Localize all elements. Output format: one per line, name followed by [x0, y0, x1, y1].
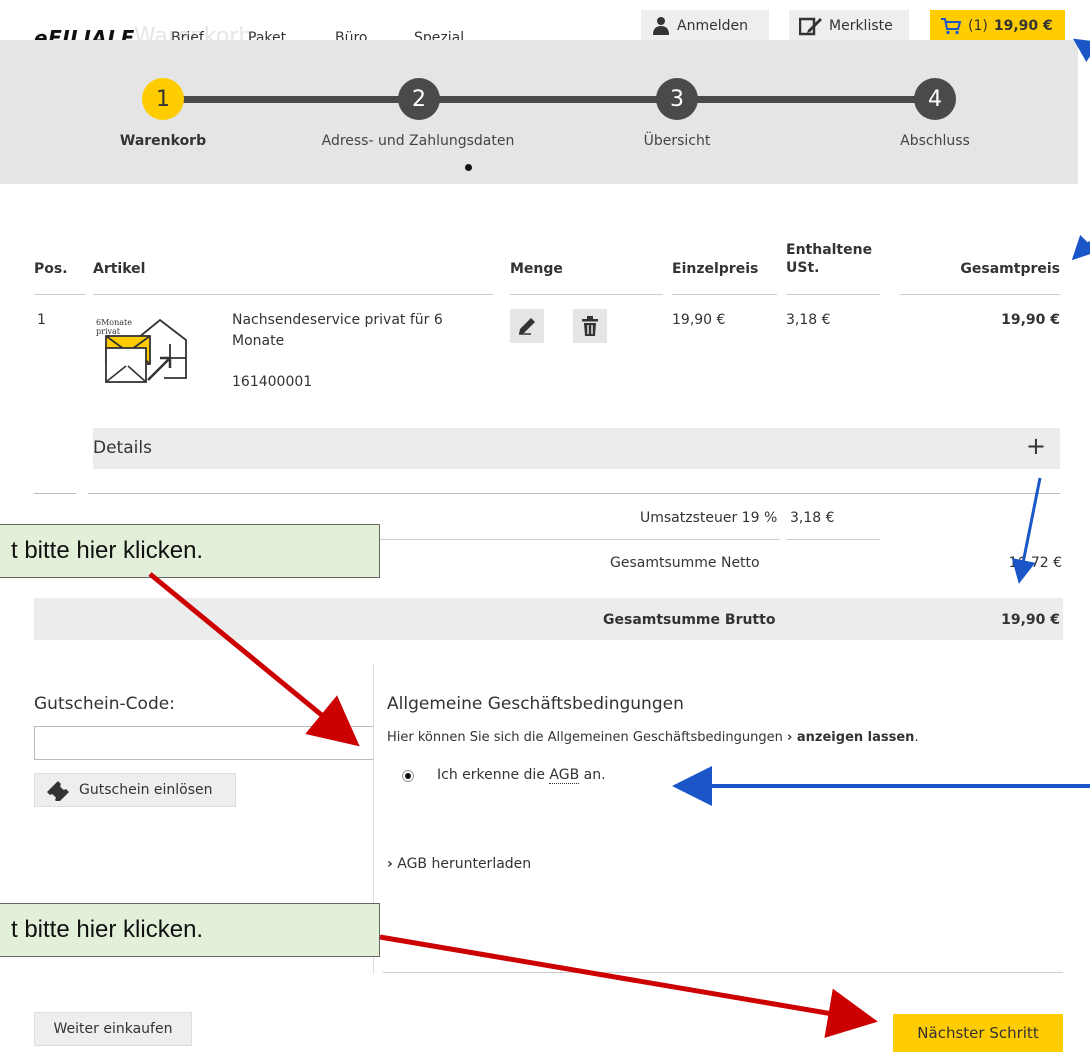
summary-divider — [88, 493, 1060, 494]
vat-label: Umsatzsteuer 19 % — [640, 510, 778, 526]
agb-abbr: AGB — [549, 767, 580, 784]
blue-arrow-gesamtpreis — [1071, 234, 1090, 261]
edit-list-icon — [799, 16, 823, 36]
edit-quantity-button[interactable] — [510, 309, 544, 343]
thumb-text-2: privat — [96, 327, 121, 336]
row-pos: 1 — [37, 312, 46, 328]
col-header-pos: Pos. — [34, 261, 68, 277]
agb-text: Hier können Sie sich die Allgemeinen Ges… — [387, 730, 919, 745]
agb-accept-radio[interactable] — [402, 770, 414, 782]
details-label: Details — [93, 438, 152, 458]
step-1-circle: 1 — [142, 78, 184, 120]
redeem-voucher-label: Gutschein einlösen — [79, 782, 213, 798]
product-name-line1: Nachsendeservice privat für 6 — [232, 312, 443, 328]
col-header-unit-price: Einzelpreis — [672, 261, 759, 277]
col-header-total: Gesamtpreis — [960, 261, 1060, 277]
header-divider — [510, 294, 663, 295]
col-header-vat: Enthaltene USt. — [786, 242, 872, 276]
step-4-circle: 4 — [914, 78, 956, 120]
step-1-label: Warenkorb — [119, 133, 207, 149]
user-icon — [651, 16, 671, 36]
agb-download-link[interactable]: › AGB herunterladen — [387, 856, 531, 872]
header-divider — [900, 294, 1060, 295]
red-arrow-2 — [379, 934, 878, 1038]
header-divider — [672, 294, 777, 295]
agb-show-link[interactable]: › anzeigen lassen — [787, 730, 914, 745]
header-divider — [34, 294, 86, 295]
net-label: Gesamtsumme Netto — [610, 555, 760, 571]
annotation-callout-2: t bitte hier klicken. — [0, 903, 380, 957]
summary-divider — [786, 539, 880, 540]
delete-item-button[interactable] — [573, 309, 607, 343]
ticket-icon — [47, 781, 69, 801]
wishlist-button[interactable]: Merkliste — [789, 10, 909, 42]
cart-total: 19,90 € — [993, 18, 1053, 34]
voucher-label: Gutschein-Code: — [34, 694, 175, 714]
col-header-qty: Menge — [510, 261, 563, 277]
row-vat: 3,18 € — [786, 312, 831, 328]
header-divider — [786, 294, 880, 295]
pencil-icon — [519, 318, 535, 335]
wishlist-label: Merkliste — [829, 18, 893, 34]
product-name-line2: Monate — [232, 333, 285, 349]
next-step-button[interactable]: Nächster Schritt — [893, 1014, 1063, 1052]
step-3-circle: 3 — [656, 78, 698, 120]
row-total: 19,90 € — [1001, 312, 1060, 328]
col-header-vat-line1: Enthaltene — [786, 242, 873, 258]
gross-label: Gesamtsumme Brutto — [603, 612, 776, 628]
cart-count: (1) — [968, 18, 988, 34]
progress-line — [164, 96, 934, 103]
plus-icon: + — [1025, 432, 1046, 460]
chevron-right-icon: › — [387, 856, 393, 872]
summary-divider — [34, 493, 76, 494]
step-indicator-dot — [465, 164, 472, 171]
cart-button[interactable]: (1) 19,90 € — [930, 10, 1065, 42]
net-value: 16,72 € — [1008, 555, 1062, 571]
step-2-label: Adress- und Zahlungsdaten — [321, 133, 515, 149]
thumb-text-1: 6Monate — [96, 318, 132, 327]
product-name: Nachsendeservice privat für 6 Monate — [232, 310, 443, 352]
col-header-article: Artikel — [93, 261, 146, 277]
step-4-label: Abschluss — [900, 133, 970, 149]
step-3-label: Übersicht — [643, 133, 711, 149]
continue-shopping-button[interactable]: Weiter einkaufen — [34, 1012, 192, 1046]
agb-title: Allgemeine Geschäftsbedingungen — [387, 694, 684, 714]
product-thumbnail: 6Monate privat — [96, 318, 188, 386]
row-unit-price: 19,90 € — [672, 312, 726, 328]
agb-accept-label: Ich erkenne die AGB an. — [437, 767, 606, 784]
vat-value: 3,18 € — [790, 510, 835, 526]
chevron-right-icon: › — [787, 730, 793, 745]
footer-divider — [383, 972, 1063, 973]
annotation-callout-1: t bitte hier klicken. — [0, 524, 380, 578]
step-2-circle: 2 — [398, 78, 440, 120]
summary-divider — [380, 539, 780, 540]
trash-icon — [582, 316, 598, 336]
redeem-voucher-button[interactable]: Gutschein einlösen — [34, 773, 236, 807]
article-number: 161400001 — [232, 374, 313, 390]
header-divider — [93, 294, 493, 295]
agb-accept-post: an. — [583, 767, 606, 783]
voucher-input[interactable] — [34, 726, 374, 760]
gross-total-row — [34, 598, 1063, 640]
blue-arrow-cart — [1073, 38, 1090, 62]
col-header-vat-line2: USt. — [786, 260, 820, 276]
cart-icon — [940, 17, 962, 35]
agb-text-body: Hier können Sie sich die Allgemeinen Ges… — [387, 730, 783, 745]
login-label: Anmelden — [677, 18, 748, 34]
gross-value: 19,90 € — [1001, 612, 1060, 628]
login-button[interactable]: Anmelden — [641, 10, 769, 42]
details-toggle[interactable]: Details + — [93, 428, 1060, 469]
agb-accept-pre: Ich erkenne die — [437, 767, 545, 783]
